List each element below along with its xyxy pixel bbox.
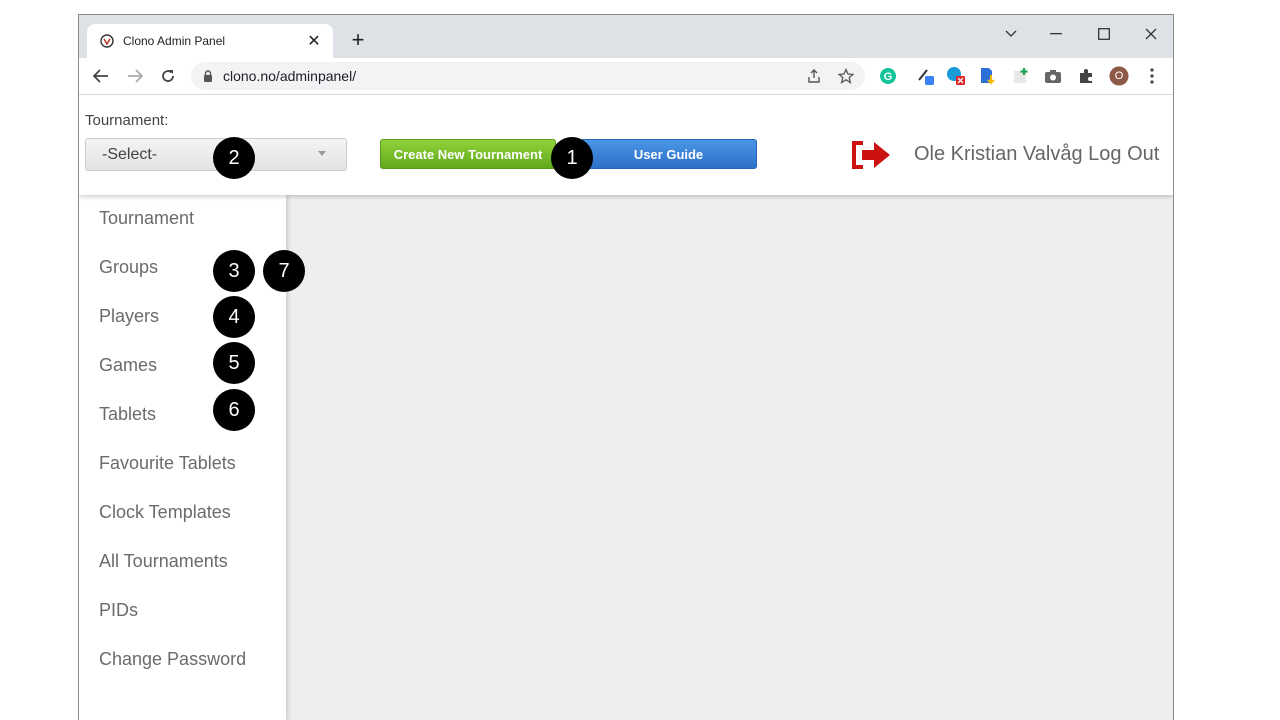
browser-toolbar: clono.no/adminpanel/ G O xyxy=(79,58,1173,95)
tab-strip: Clono Admin Panel ✕ + xyxy=(79,15,1173,58)
tab-search-icon[interactable] xyxy=(996,21,1026,47)
maximize-icon[interactable] xyxy=(1089,21,1119,47)
sidebar-item-pids[interactable]: PIDs xyxy=(99,600,138,621)
callout-badge-2: 2 xyxy=(213,137,255,179)
tab-close-icon[interactable]: ✕ xyxy=(305,31,323,51)
callout-badge-3: 3 xyxy=(213,250,255,292)
clono-favicon xyxy=(100,34,114,48)
kebab-menu-icon[interactable] xyxy=(1142,66,1162,86)
download-extension-icon[interactable] xyxy=(978,66,998,86)
callout-badge-5: 5 xyxy=(213,342,255,384)
address-bar[interactable]: clono.no/adminpanel/ xyxy=(191,62,865,90)
reload-icon[interactable] xyxy=(156,65,180,87)
sidebar-item-games[interactable]: Games xyxy=(99,355,157,376)
select-value: -Select- xyxy=(102,145,158,163)
back-arrow-icon[interactable] xyxy=(89,65,113,87)
tournament-label: Tournament: xyxy=(85,112,169,129)
forward-arrow-icon[interactable] xyxy=(123,65,147,87)
logout-icon[interactable] xyxy=(850,138,894,172)
user-guide-button[interactable]: User Guide xyxy=(580,139,757,169)
svg-text:G: G xyxy=(884,71,893,83)
user-logout-link[interactable]: Ole Kristian Valvåg Log Out xyxy=(914,143,1159,166)
star-icon[interactable] xyxy=(837,68,855,84)
sidebar-item-change-password[interactable]: Change Password xyxy=(99,649,246,670)
sidebar-item-tablets[interactable]: Tablets xyxy=(99,404,156,425)
callout-badge-1: 1 xyxy=(551,137,593,179)
sidebar-item-players[interactable]: Players xyxy=(99,306,159,327)
sidebar-item-tournament[interactable]: Tournament xyxy=(99,208,194,229)
profile-avatar[interactable]: O xyxy=(1109,66,1129,86)
share-icon[interactable] xyxy=(805,68,823,84)
camera-icon[interactable] xyxy=(1043,66,1063,86)
sidebar-item-all-tournaments[interactable]: All Tournaments xyxy=(99,551,228,572)
grammarly-icon[interactable]: G xyxy=(878,66,898,86)
callout-badge-6: 6 xyxy=(213,389,255,431)
chevron-down-icon xyxy=(318,151,326,156)
close-window-icon[interactable] xyxy=(1136,21,1166,47)
url-text: clono.no/adminpanel/ xyxy=(223,68,357,84)
puzzle-icon[interactable] xyxy=(1076,66,1096,86)
create-new-tournament-button[interactable]: Create New Tournament xyxy=(380,139,556,169)
lock-icon xyxy=(204,70,212,82)
sidebar-item-clock-templates[interactable]: Clock Templates xyxy=(99,502,231,523)
sidebar-item-favourite-tablets[interactable]: Favourite Tablets xyxy=(99,453,236,474)
new-tab-button[interactable]: + xyxy=(347,28,369,52)
blocked-extension-icon[interactable] xyxy=(946,66,966,86)
add-extension-icon[interactable] xyxy=(1011,66,1031,86)
sidebar: Tournament Groups Players Games Tablets … xyxy=(79,195,286,720)
tab-clono-admin[interactable]: Clono Admin Panel ✕ xyxy=(87,24,333,58)
tab-title: Clono Admin Panel xyxy=(123,34,226,48)
color-picker-extension-icon[interactable] xyxy=(915,66,935,86)
callout-badge-4: 4 xyxy=(213,296,255,338)
minimize-icon[interactable] xyxy=(1041,21,1071,47)
main-content xyxy=(286,195,1173,720)
profile-initial: O xyxy=(1114,70,1124,82)
sidebar-item-groups[interactable]: Groups xyxy=(99,257,158,278)
callout-badge-7: 7 xyxy=(263,250,305,292)
